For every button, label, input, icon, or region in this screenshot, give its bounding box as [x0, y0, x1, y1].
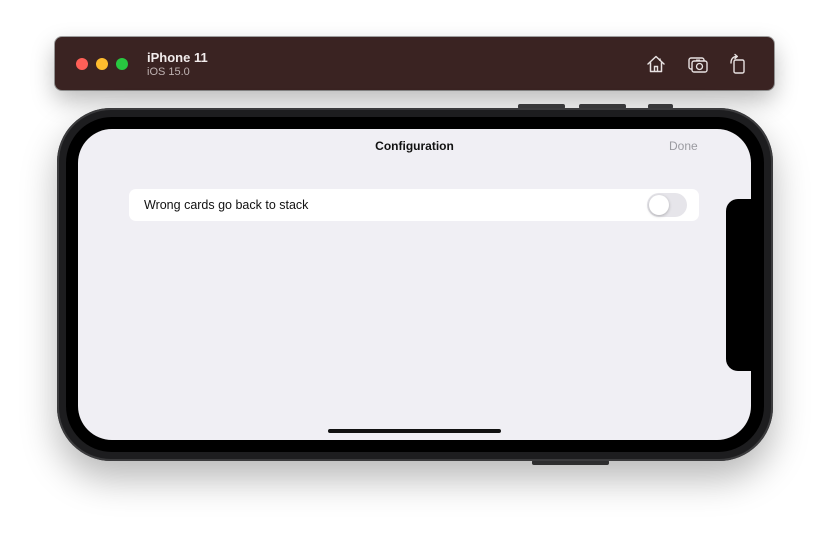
settings-row: Wrong cards go back to stack: [129, 189, 699, 221]
screenshot-button[interactable]: [687, 53, 709, 75]
sensor-notch: [726, 199, 756, 371]
toggle-knob: [649, 195, 669, 215]
setting-label: Wrong cards go back to stack: [144, 198, 309, 212]
page-title: Configuration: [375, 139, 454, 153]
window-zoom-button[interactable]: [116, 58, 128, 70]
home-indicator[interactable]: [328, 429, 501, 433]
device-os-version: iOS 15.0: [147, 66, 190, 78]
done-button[interactable]: Done: [669, 139, 698, 153]
home-icon: [647, 55, 665, 73]
simulator-titlebar: iPhone 11 iOS 15.0: [55, 37, 774, 90]
window-close-button[interactable]: [76, 58, 88, 70]
home-button[interactable]: [645, 53, 667, 75]
window-minimize-button[interactable]: [96, 58, 108, 70]
rotate-icon: [730, 53, 745, 74]
wrong-cards-toggle[interactable]: [647, 193, 687, 217]
simulator-stage: iPhone 11 iOS 15.0 Configuration Done Wr…: [0, 0, 829, 543]
device-name: iPhone 11: [147, 50, 208, 65]
device-screen: Configuration Done Wrong cards go back t…: [78, 129, 751, 440]
screenshot-icon: [688, 57, 708, 73]
rotate-button[interactable]: [727, 53, 749, 75]
